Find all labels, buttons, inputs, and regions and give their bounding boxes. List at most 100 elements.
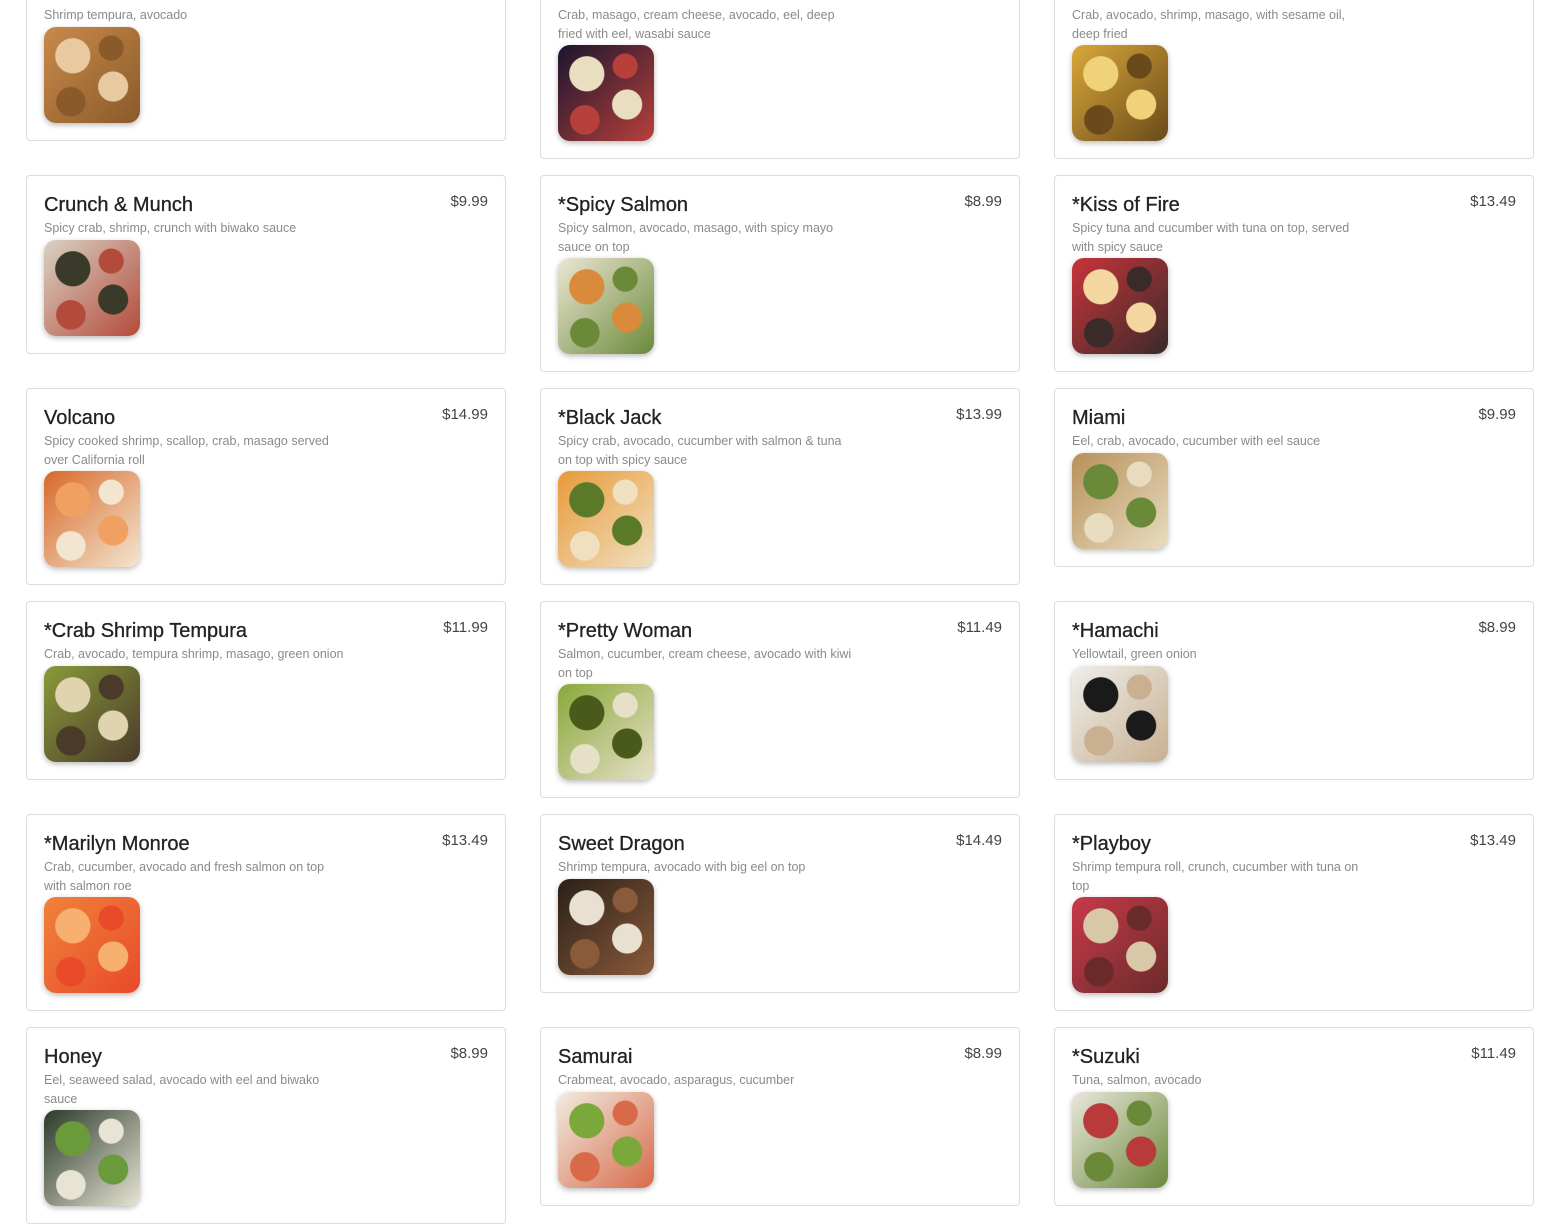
menu-item-photo [558, 1091, 654, 1188]
menu-item-photo [44, 665, 140, 762]
menu-item-header: *Suzuki $11.49 [1072, 1045, 1516, 1069]
menu-item-card[interactable]: *Marilyn Monroe $13.49 Crab, cucumber, avo… [26, 814, 506, 1011]
menu-item-card[interactable]: Samurai $8.99 Crabmeat, avocado, asparagus… [540, 1027, 1020, 1206]
menu-item-card[interactable]: *Black Jack $13.99 Spicy crab, avocado, cu… [540, 388, 1020, 585]
menu-item-name: *Black Jack [558, 407, 662, 429]
menu-item-header: *Marilyn Monroe $13.49 [44, 832, 488, 856]
menu-item-header: *Crab Shrimp Tempura $11.99 [44, 619, 488, 643]
menu-item-photo [1072, 665, 1168, 762]
menu-item-card[interactable]: *Suzuki $11.49 Tuna, salmon, avocado [1054, 1027, 1534, 1206]
menu-item-photo [558, 471, 654, 567]
menu-item-photo [558, 878, 654, 975]
menu-item-description: Spicy cooked shrimp, scallop, crab, masa… [44, 434, 329, 467]
menu-item-description: Shrimp tempura, avocado [44, 8, 188, 22]
menu-item-header: *Hamachi $8.99 [1072, 619, 1516, 643]
menu-item-name: Volcano [44, 407, 116, 429]
menu-item-card[interactable]: Shrimp tempura, avocado [26, 0, 506, 141]
menu-item-header: *Pretty Woman $11.49 [558, 619, 1002, 643]
menu-item-header: Honey $8.99 [44, 1045, 488, 1069]
menu-item-description: Shrimp tempura, avocado with big eel on … [558, 860, 806, 874]
menu-item-description: Spicy crab, avocado, cucumber with salmo… [558, 434, 842, 467]
menu-item-header: Sweet Dragon $14.49 [558, 832, 1002, 856]
menu-item-card[interactable]: *Pretty Woman $11.49 Salmon, cucumber, cre… [540, 601, 1020, 798]
menu-item-price: $14.99 [442, 406, 488, 423]
menu-item-name: *Playboy [1072, 833, 1151, 855]
menu-item-name: *Spicy Salmon [558, 194, 689, 216]
menu-item-name: *Pretty Woman [558, 620, 693, 642]
menu-item-card[interactable]: Crunch & Munch $9.99 Spicy crab, shrimp, c… [26, 175, 506, 354]
menu-item-description: Spicy crab, shrimp, crunch with biwako s… [44, 221, 297, 235]
menu-item-name: Honey [44, 1046, 102, 1068]
menu-item-name: Sweet Dragon [558, 833, 685, 855]
menu-item-price: $9.99 [1478, 406, 1516, 423]
menu-item-description: Crab, masago, cream cheese, avocado, eel… [558, 8, 835, 41]
menu-item-price: $11.49 [957, 619, 1002, 636]
menu-item-description: Crab, avocado, shrimp, masago, with sesa… [1072, 8, 1346, 41]
menu-item-name: Crunch & Munch [44, 194, 193, 216]
menu-item-price: $8.99 [1478, 619, 1516, 636]
menu-item-price: $13.49 [1470, 193, 1516, 210]
menu-item-price: $13.49 [1470, 832, 1516, 849]
menu-item-header [44, 0, 488, 4]
menu-item-name: *Crab Shrimp Tempura [44, 620, 248, 642]
menu-item-description: Tuna, salmon, avocado [1072, 1073, 1202, 1087]
menu-item-description: Crabmeat, avocado, asparagus, cucumber [558, 1073, 795, 1087]
menu-item-photo [1072, 452, 1168, 549]
menu-item-header: *Black Jack $13.99 [558, 406, 1002, 430]
menu-grid: Shrimp tempura, avocado Crab, masago, cre… [26, 0, 1534, 1224]
menu-item-photo [1072, 897, 1168, 993]
menu-item-card[interactable]: *Crab Shrimp Tempura $11.99 Crab, avocado,… [26, 601, 506, 780]
menu-item-card[interactable]: Crab, avocado, shrimp, masago, with sesa… [1054, 0, 1534, 159]
menu-item-photo [44, 897, 140, 993]
menu-item-description: Crab, cucumber, avocado and fresh salmon… [44, 860, 325, 893]
menu-item-name: *Kiss of Fire [1072, 194, 1180, 216]
menu-item-price: $11.99 [443, 619, 488, 636]
menu-item-card[interactable]: *Hamachi $8.99 Yellowtail, green onion [1054, 601, 1534, 780]
menu-item-photo [558, 258, 654, 354]
menu-item-name: *Hamachi [1072, 620, 1159, 642]
menu-item-photo [44, 1110, 140, 1206]
menu-item-name: Samurai [558, 1046, 633, 1068]
menu-item-photo [1072, 1091, 1168, 1188]
menu-item-card[interactable]: *Playboy $13.49 Shrimp tempura roll, crunc… [1054, 814, 1534, 1011]
menu-item-photo [44, 26, 140, 123]
menu-item-price: $11.49 [1471, 1045, 1516, 1062]
menu-item-header [558, 0, 1002, 4]
menu-item-header: *Playboy $13.49 [1072, 832, 1516, 856]
menu-item-card[interactable]: *Kiss of Fire $13.49 Spicy tuna and cucumb… [1054, 175, 1534, 372]
menu-item-card[interactable]: Sweet Dragon $14.49 Shrimp tempura, avocad… [540, 814, 1020, 993]
menu-item-name: Miami [1072, 407, 1126, 429]
menu-item-description: Eel, seaweed salad, avocado with eel and… [44, 1073, 320, 1106]
menu-item-price: $14.49 [956, 832, 1002, 849]
menu-item-price: $8.99 [964, 1045, 1002, 1062]
menu-item-description: Eel, crab, avocado, cucumber with eel sa… [1072, 434, 1321, 448]
menu-item-photo [1072, 258, 1168, 354]
menu-item-card[interactable]: *Spicy Salmon $8.99 Spicy salmon, avocado,… [540, 175, 1020, 372]
menu-item-photo [558, 684, 654, 780]
menu-item-card[interactable]: Crab, masago, cream cheese, avocado, eel… [540, 0, 1020, 159]
menu-item-card[interactable]: Volcano $14.99 Spicy cooked shrimp, scallo… [26, 388, 506, 585]
menu-item-photo [44, 239, 140, 336]
menu-item-description: Salmon, cucumber, cream cheese, avocado … [558, 647, 852, 680]
menu-item-photo [558, 45, 654, 141]
menu-item-price: $13.49 [442, 832, 488, 849]
menu-item-header: Crunch & Munch $9.99 [44, 193, 488, 217]
menu-item-price: $13.99 [956, 406, 1002, 423]
menu-item-price: $9.99 [450, 193, 488, 210]
menu-item-description: Spicy salmon, avocado, masago, with spic… [558, 221, 834, 254]
menu-item-description: Yellowtail, green onion [1072, 647, 1197, 661]
menu-item-price: $8.99 [450, 1045, 488, 1062]
menu-item-description: Crab, avocado, tempura shrimp, masago, g… [44, 647, 344, 661]
menu-item-header: Samurai $8.99 [558, 1045, 1002, 1069]
menu-item-card[interactable]: Miami $9.99 Eel, crab, avocado, cucumber w… [1054, 388, 1534, 567]
menu-item-header [1072, 0, 1516, 4]
menu-item-header: *Spicy Salmon $8.99 [558, 193, 1002, 217]
menu-item-name: *Suzuki [1072, 1046, 1140, 1068]
menu-item-header: Volcano $14.99 [44, 406, 488, 430]
menu-item-name: *Marilyn Monroe [44, 833, 190, 855]
menu-item-photo [1072, 45, 1168, 141]
menu-item-description: Spicy tuna and cucumber with tuna on top… [1072, 221, 1350, 254]
menu-item-card[interactable]: Honey $8.99 Eel, seaweed salad, avocado wi… [26, 1027, 506, 1224]
menu-item-photo [44, 471, 140, 567]
menu-item-description: Shrimp tempura roll, crunch, cucumber wi… [1072, 860, 1359, 893]
